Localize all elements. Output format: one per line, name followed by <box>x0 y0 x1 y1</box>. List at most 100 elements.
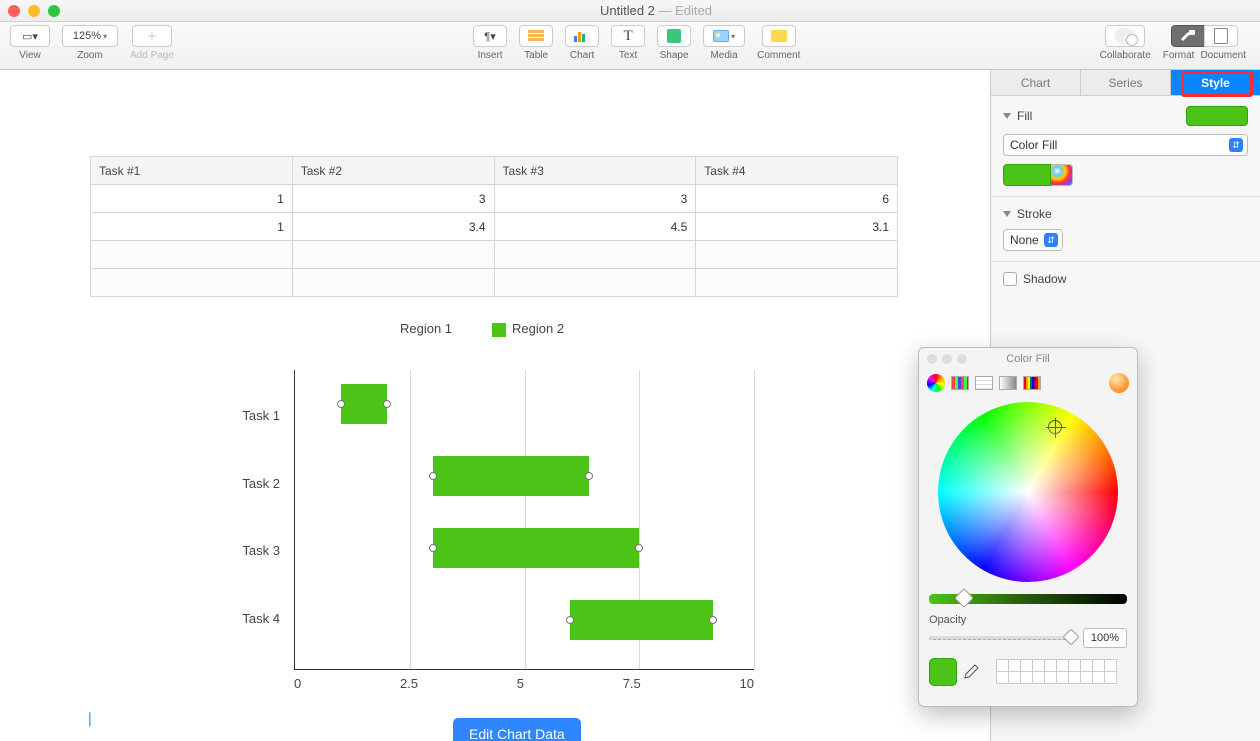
collaborate-label: Collaborate <box>1100 50 1151 61</box>
fill-type-select[interactable]: Color Fill ⇵ <box>1003 134 1248 156</box>
col-header[interactable]: Task #2 <box>292 157 494 185</box>
fill-color-swatch[interactable] <box>1003 164 1051 186</box>
bar-handle[interactable] <box>635 544 643 552</box>
color-fill-popover[interactable]: Color Fill Opacity 100% <box>918 347 1138 707</box>
bar-task2[interactable] <box>433 456 589 496</box>
close-icon[interactable] <box>927 354 937 364</box>
table-button[interactable] <box>519 25 553 47</box>
cell[interactable] <box>494 269 696 297</box>
cell[interactable] <box>292 269 494 297</box>
disclosure-icon[interactable] <box>1003 211 1011 217</box>
cell[interactable] <box>292 241 494 269</box>
shadow-label: Shadow <box>1023 272 1066 286</box>
slider-knob[interactable] <box>1063 629 1080 646</box>
titlebar: Untitled 2 — Edited <box>0 0 1260 22</box>
col-header[interactable]: Task #3 <box>494 157 696 185</box>
wheel-mode-icon[interactable] <box>927 374 945 392</box>
opacity-value-field[interactable]: 100% <box>1083 628 1127 648</box>
cell[interactable]: 1 <box>91 185 293 213</box>
view-button[interactable]: ▭▾ <box>10 25 50 47</box>
document-canvas[interactable]: Task #1 Task #2 Task #3 Task #4 1 3 3 6 … <box>0 70 990 741</box>
col-header[interactable]: Task #1 <box>91 157 293 185</box>
format-button[interactable] <box>1171 25 1205 47</box>
pencils-mode-icon[interactable] <box>1023 376 1041 390</box>
cell[interactable]: 4.5 <box>494 213 696 241</box>
col-header[interactable]: Task #4 <box>696 157 898 185</box>
bar-task1[interactable] <box>341 384 387 424</box>
cell[interactable] <box>91 269 293 297</box>
x-axis-labels: 0 2.5 5 7.5 10 <box>294 676 754 691</box>
insert-button[interactable]: ¶▾ <box>473 25 507 47</box>
picker-mode-row <box>919 370 1137 396</box>
bar-handle[interactable] <box>429 544 437 552</box>
palette-mode-icon[interactable] <box>975 376 993 390</box>
shape-button[interactable] <box>657 25 691 47</box>
collaborate-button[interactable] <box>1105 25 1145 47</box>
cell[interactable]: 6 <box>696 185 898 213</box>
eyedropper-icon[interactable] <box>963 664 979 680</box>
disclosure-icon[interactable] <box>1003 113 1011 119</box>
bar-handle[interactable] <box>383 400 391 408</box>
document-icon <box>1214 28 1228 44</box>
x-tick: 7.5 <box>623 676 641 691</box>
opacity-slider[interactable] <box>929 636 1077 640</box>
edit-chart-data-button[interactable]: Edit Chart Data <box>453 718 581 741</box>
cell[interactable] <box>696 269 898 297</box>
tab-style[interactable]: Style <box>1171 70 1260 95</box>
media-button[interactable]: ▾ <box>703 25 745 47</box>
fill-color-wheel-button[interactable] <box>1051 164 1073 186</box>
comment-button[interactable] <box>762 25 796 47</box>
comment-label: Comment <box>757 50 800 61</box>
cell[interactable] <box>91 241 293 269</box>
cell[interactable] <box>696 241 898 269</box>
saved-swatches[interactable] <box>997 660 1127 684</box>
chart-button[interactable] <box>565 25 599 47</box>
cell[interactable]: 1 <box>91 213 293 241</box>
bar-task4[interactable] <box>570 600 712 640</box>
document-button[interactable] <box>1204 25 1238 47</box>
brightness-slider[interactable] <box>929 594 1127 604</box>
close-window-button[interactable] <box>8 5 20 17</box>
cell[interactable]: 3 <box>292 185 494 213</box>
legend-region1: Region 1 <box>400 321 452 336</box>
popover-titlebar: Color Fill <box>919 348 1137 370</box>
bar-task3[interactable] <box>433 528 640 568</box>
bar-handle[interactable] <box>337 400 345 408</box>
document-name: Untitled 2 <box>600 3 655 18</box>
gantt-chart[interactable]: Task 1 Task 2 Task 3 Task 4 <box>220 360 780 710</box>
zoom-label: Zoom <box>77 50 103 61</box>
tab-series[interactable]: Series <box>1081 70 1171 95</box>
bar-handle[interactable] <box>709 616 717 624</box>
slider-knob[interactable] <box>954 588 974 608</box>
tab-chart[interactable]: Chart <box>991 70 1081 95</box>
format-label: Format <box>1163 50 1195 61</box>
legend-swatch-icon <box>492 323 506 337</box>
shadow-section: Shadow <box>991 262 1260 296</box>
data-table[interactable]: Task #1 Task #2 Task #3 Task #4 1 3 3 6 … <box>90 156 898 297</box>
wheel-reticle[interactable] <box>1048 420 1062 434</box>
minimize-icon[interactable] <box>942 354 952 364</box>
minimize-window-button[interactable] <box>28 5 40 17</box>
fill-preview-swatch <box>1186 106 1248 126</box>
table-label: Table <box>524 50 548 61</box>
cell[interactable]: 3.1 <box>696 213 898 241</box>
text-button[interactable]: T <box>611 25 645 47</box>
zoom-icon[interactable] <box>957 354 967 364</box>
sliders-mode-icon[interactable] <box>951 376 969 390</box>
window-title: Untitled 2 — Edited <box>60 3 1252 18</box>
color-wheel[interactable] <box>938 402 1118 582</box>
large-swatch-icon[interactable] <box>1109 373 1129 393</box>
image-mode-icon[interactable] <box>999 376 1017 390</box>
zoom-select[interactable]: 125%▾ <box>62 25 118 47</box>
current-color-swatch[interactable] <box>929 658 957 686</box>
add-page-button[interactable]: ＋ <box>132 25 172 47</box>
bar-handle[interactable] <box>566 616 574 624</box>
bar-handle[interactable] <box>429 472 437 480</box>
stroke-select[interactable]: None ⇵ <box>1003 229 1063 251</box>
shadow-checkbox[interactable] <box>1003 272 1017 286</box>
bar-handle[interactable] <box>585 472 593 480</box>
cell[interactable]: 3 <box>494 185 696 213</box>
cell[interactable]: 3.4 <box>292 213 494 241</box>
cell[interactable] <box>494 241 696 269</box>
zoom-window-button[interactable] <box>48 5 60 17</box>
